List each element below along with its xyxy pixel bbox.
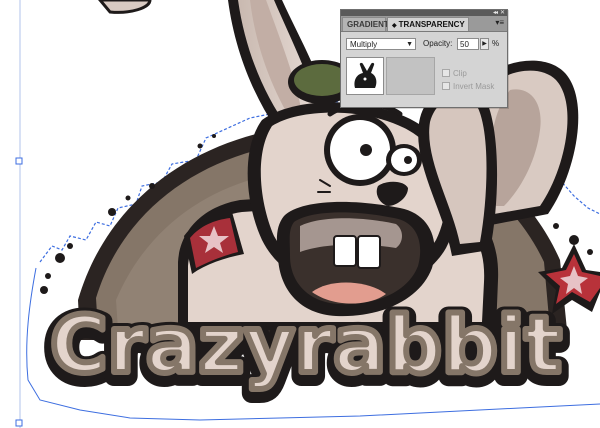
tab-transparency[interactable]: ◆ TRANSPARENCY [387,17,469,31]
tab-gradient-label: GRADIENT [347,20,389,29]
invert-mask-checkbox[interactable] [442,82,450,90]
invert-mask-label: Invert Mask [453,82,495,91]
clip-label: Clip [453,69,467,78]
rabbit-silhouette-icon [354,62,377,88]
chevron-down-icon[interactable]: ▼ [406,39,413,50]
opacity-unit: % [492,39,500,48]
opacity-input[interactable]: 50 [457,38,479,50]
logo-text-crazyrabbit[interactable]: Crazyrabbit Crazyrabbit [40,295,571,405]
clip-checkbox[interactable] [442,69,450,77]
opacity-label: Opacity: [423,39,453,48]
artboard-guides [15,0,23,428]
logo-text-fill: Crazyrabbit [50,301,561,391]
tab-gradient[interactable]: GRADIENT [342,17,389,31]
tab-transparency-label: TRANSPARENCY [398,20,465,29]
blend-mode-select[interactable]: Multiply ▼ [346,38,416,50]
blend-mode-value: Multiply [350,40,378,49]
opacity-slider-toggle[interactable]: ▶ [480,38,489,50]
panel-tab-bar: GRADIENT ◆ TRANSPARENCY ▾≡ [341,16,507,32]
tab-options-arrows-icon: ◆ [392,23,397,29]
transparency-panel[interactable]: ◂◂ ✕ GRADIENT ◆ TRANSPARENCY ▾≡ Multiply … [340,9,508,108]
artboard[interactable]: Crazyrabbit Crazyrabbit [0,0,600,428]
object-thumbnail[interactable] [346,57,384,95]
panel-menu-icon[interactable]: ▾≡ [495,18,504,28]
opacity-mask-area[interactable] [386,57,435,95]
